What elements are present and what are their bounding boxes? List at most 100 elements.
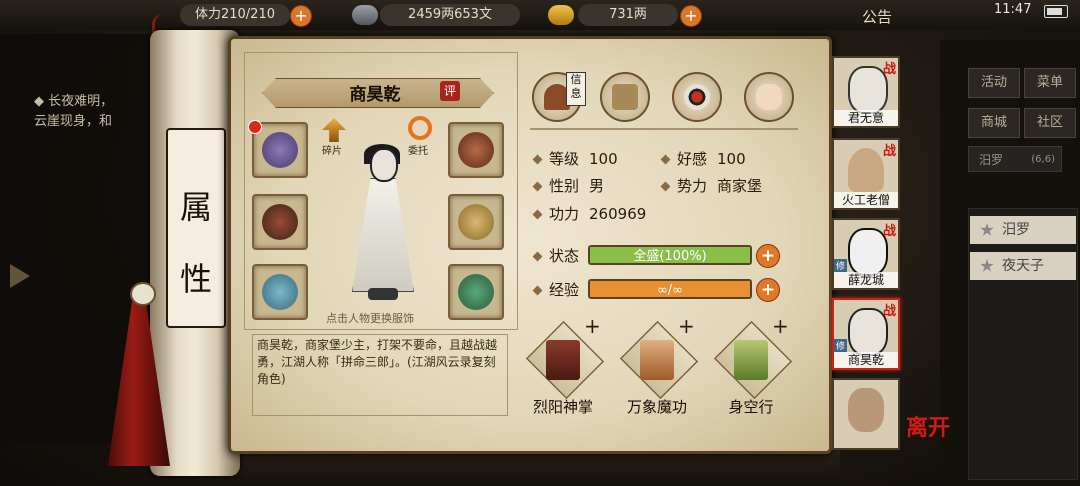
star-icon [980, 259, 994, 272]
battle-mark: 战 [882, 144, 896, 159]
stat-affinity: 好感 100 [660, 148, 746, 169]
skill-add-2[interactable]: + [678, 314, 695, 338]
portrait [848, 148, 884, 192]
skill-name-2: 万象魔功 [626, 398, 687, 416]
robe [352, 178, 414, 292]
roster-char-4[interactable]: 战 修 商昊乾 [832, 298, 900, 370]
exp-text: ∞/∞ [656, 283, 684, 298]
copper-display: 2459两653文 [380, 4, 520, 26]
quest-line: 云崖现身，和 [34, 114, 113, 129]
status-label: 状态 [532, 245, 579, 266]
roster-char-1[interactable]: 战 君无意 [832, 56, 900, 128]
shop-button[interactable]: 商城 [968, 108, 1020, 138]
menu-button[interactable]: 菜单 [1024, 68, 1076, 98]
stamina-display: 体力210/210 [180, 4, 290, 26]
battle-mark: 战 [882, 304, 896, 319]
location-sub-miluo[interactable]: 汨罗 [970, 216, 1076, 244]
leave-button[interactable]: 离开 [906, 410, 950, 442]
gold-display: 731两 [578, 4, 678, 26]
add-stamina-button[interactable]: + [290, 5, 312, 27]
exp-add-button[interactable]: + [756, 278, 780, 302]
jade-pendant-icon [458, 274, 494, 310]
roster-char-3[interactable]: 战 修 薛龙城 [832, 218, 900, 290]
location-sub-yetianzi[interactable]: 夜天子 [970, 252, 1076, 280]
feet [368, 288, 398, 300]
skill-add-1[interactable]: + [584, 314, 601, 338]
info-tag: 信息 [566, 72, 586, 106]
exp-label: 经验 [532, 279, 579, 300]
clock: 11:47 [994, 2, 1032, 17]
status-bar: 全盛(100%) [588, 245, 752, 265]
skill-name-3: 身空行 [728, 398, 774, 416]
exp-bar: ∞/∞ [588, 279, 752, 299]
roster-name: 君无意 [834, 110, 898, 126]
stat-gender: 性别男 [532, 175, 604, 196]
character-name: 商昊乾 [349, 85, 401, 105]
cultivate-tag: 修 [834, 259, 848, 272]
status-add-button[interactable]: + [756, 244, 780, 268]
location-name: 汨罗 [979, 153, 1004, 167]
character-figure[interactable] [344, 144, 420, 304]
equip-slot-ring[interactable] [252, 264, 308, 320]
battery-icon [1044, 5, 1068, 18]
community-button[interactable]: 社区 [1024, 108, 1076, 138]
skill-name-1: 烈阳神掌 [532, 398, 593, 416]
fragment-label[interactable]: 碎片 [322, 142, 342, 157]
cultivate-tag: 修 [834, 339, 848, 352]
scroll-icon [640, 340, 674, 380]
location-bar: 汨罗 (6,6) [968, 146, 1062, 172]
bowl-hat-icon [458, 132, 494, 168]
roster-name: 商昊乾 [834, 352, 898, 368]
gold-ingot-icon [548, 5, 574, 25]
stat-faction: 势力 商家堡 [660, 175, 762, 196]
body-meridian-icon[interactable] [744, 72, 794, 122]
quest-text[interactable]: ◆ 长夜难明， 云崖现身，和 [34, 92, 154, 132]
location-coords: (6,6) [1031, 154, 1055, 165]
spiked-bracer-icon [262, 204, 298, 240]
scroll-box-icon[interactable] [600, 72, 650, 122]
entrust-cycle-icon[interactable] [408, 116, 432, 140]
stat-power: 功力 260969 [532, 203, 646, 224]
character-description: 商昊乾，商家堡少主，打架不要命，且越战越勇，江湖人称「拼命三郎」。(江湖风云录复… [252, 334, 508, 416]
equip-slot-bracer[interactable] [252, 194, 308, 250]
attribute-tab[interactable]: 属 性 [166, 128, 226, 328]
roster-char-2[interactable]: 战 火工老僧 [832, 138, 900, 210]
expand-arrow-icon[interactable] [10, 264, 30, 288]
divider [530, 128, 798, 130]
change-outfit-hint: 点击人物更换服饰 [326, 312, 414, 325]
right-menu: 活动 菜单 商城 社区 汨罗 (6,6) 汨罗 夜天子 [940, 40, 1080, 486]
roster-name: 火工老僧 [834, 192, 898, 208]
copper-coin-icon [352, 5, 378, 25]
jade-scroll-icon [734, 340, 768, 380]
equip-slot-hat[interactable] [448, 122, 504, 178]
bagua-icon[interactable] [672, 72, 722, 122]
tassel-bead [130, 282, 156, 306]
battle-mark: 战 [882, 62, 896, 77]
roster-char-5[interactable] [832, 378, 900, 450]
notice-button[interactable]: 公告 [862, 6, 892, 27]
tab-char-1: 属 [179, 188, 212, 226]
portrait [848, 388, 884, 432]
ring-icon [262, 274, 298, 310]
rate-button[interactable]: 评 [440, 81, 460, 101]
sub-label: 汨罗 [1002, 222, 1030, 238]
character-roster: 战 君无意 战 火工老僧 战 修 薛龙城 战 修 商昊乾 [828, 52, 900, 450]
mask-face [370, 148, 398, 182]
notification-dot [248, 120, 262, 134]
quest-title: 长夜难明， [48, 94, 114, 109]
add-gold-button[interactable]: + [680, 5, 702, 27]
star-icon [980, 223, 994, 236]
skill-add-3[interactable]: + [772, 314, 789, 338]
sub-label: 夜天子 [1002, 258, 1044, 274]
stat-level: 等级 100 [532, 148, 618, 169]
roster-name: 薛龙城 [834, 272, 898, 288]
battle-mark: 战 [882, 224, 896, 239]
equip-slot-accessory[interactable] [448, 264, 504, 320]
activity-button[interactable]: 活动 [968, 68, 1020, 98]
palm-book-icon [546, 340, 580, 380]
equip-slot-armor[interactable] [448, 194, 504, 250]
gauntlet-icon [262, 132, 298, 168]
location-list [968, 208, 1078, 480]
tab-char-2: 性 [179, 260, 212, 298]
status-text: 全盛(100%) [633, 249, 707, 264]
